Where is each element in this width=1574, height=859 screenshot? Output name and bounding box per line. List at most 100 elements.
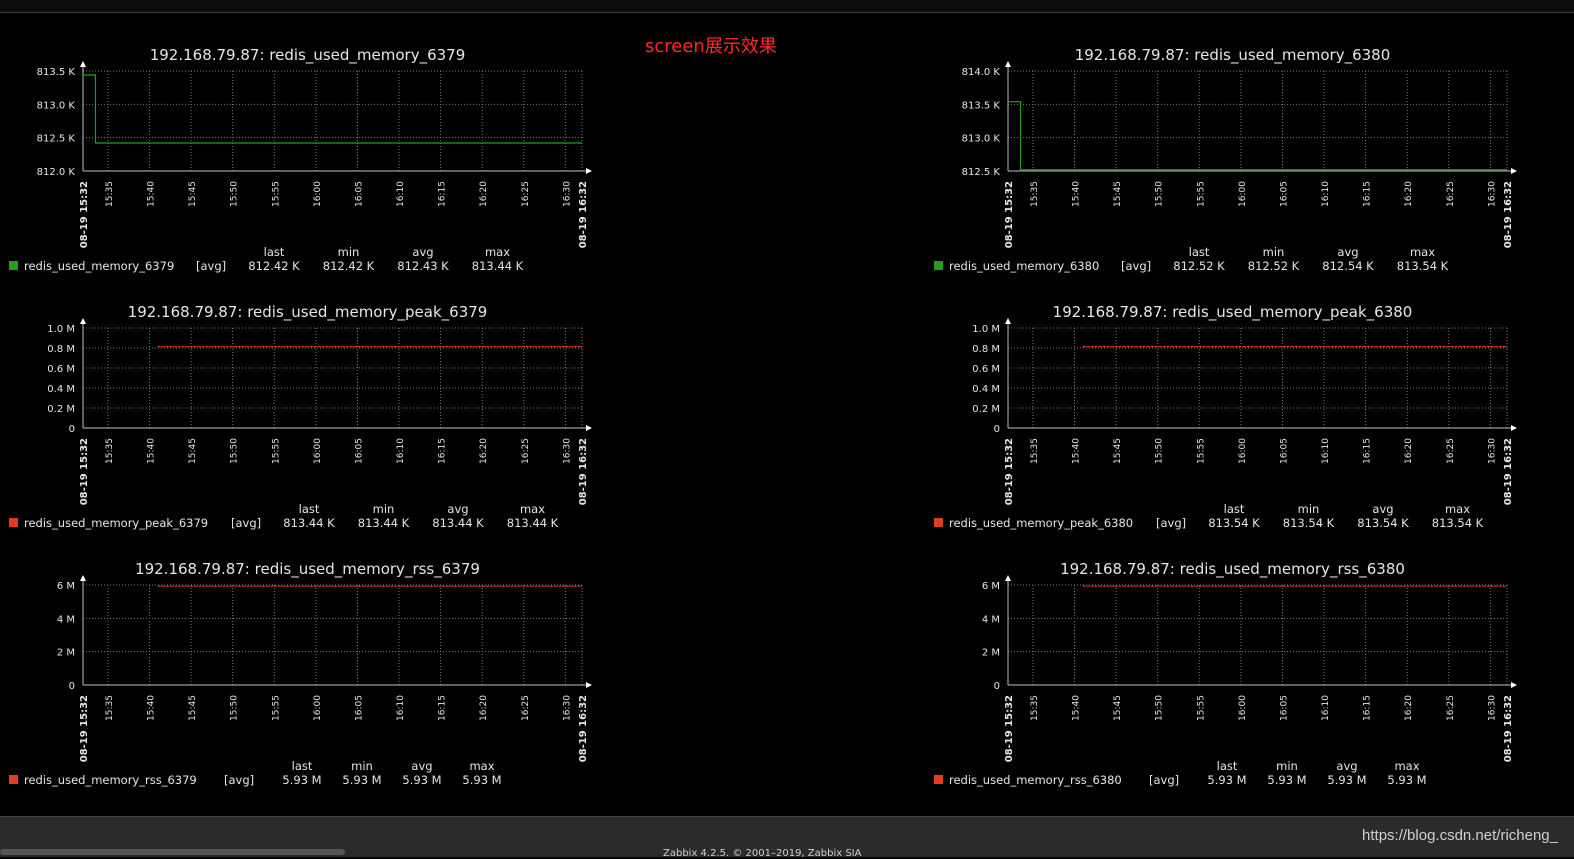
x-tick-label: 16:25 [1446, 695, 1456, 721]
x-axis-arrow [586, 425, 592, 431]
y-tick-label: 814.0 K [962, 67, 1001, 78]
legend-swatch [9, 518, 18, 527]
legend-value-avg: 5.93 M [402, 773, 441, 787]
legend-value-max: 813.44 K [507, 516, 559, 530]
graph-title: 192.168.79.87: redis_used_memory_peak_63… [128, 303, 488, 322]
legend-agg: [avg] [231, 516, 261, 530]
y-tick-label: 0.4 M [47, 384, 75, 395]
y-tick-label: 813.0 K [37, 100, 76, 111]
x-tick-label: 16:10 [1321, 181, 1331, 207]
graph-3[interactable]: 192.168.79.87: redis_used_memory_peak_63… [925, 297, 1525, 542]
graphs-grid: 192.168.79.87: redis_used_memory_6379 812… [0, 0, 1574, 856]
legend-header-avg: avg [1337, 245, 1358, 259]
x-tick-label: 16:05 [354, 181, 364, 207]
graph-1[interactable]: 192.168.79.87: redis_used_memory_6380 812… [925, 40, 1525, 285]
y-tick-label: 0.2 M [972, 404, 1000, 415]
x-tick-label: 15:40 [147, 181, 157, 207]
x-tick-label: 16:05 [354, 438, 364, 464]
legend-header-avg: avg [1336, 759, 1357, 773]
y-tick-label: 1.0 M [47, 324, 75, 335]
x-tick-label: 16:05 [354, 695, 364, 721]
y-tick-label: 4 M [982, 614, 1000, 625]
x-tick-label: 16:20 [1404, 438, 1414, 464]
y-axis-arrow [1005, 575, 1011, 581]
x-tick-label: 16:30 [562, 438, 572, 464]
x-tick-label: 15:50 [1155, 181, 1165, 207]
legend-agg: [avg] [1156, 516, 1186, 530]
y-tick-label: 2 M [982, 648, 1000, 659]
series-line [1008, 101, 1507, 171]
y-axis-arrow [80, 575, 86, 581]
x-tick-label: 16:25 [521, 695, 531, 721]
x-tick-label: 15:40 [147, 438, 157, 464]
legend-header-min: min [373, 502, 395, 516]
legend-header-avg: avg [412, 245, 433, 259]
legend-swatch [9, 261, 18, 270]
legend-value-last: 5.93 M [1207, 773, 1246, 787]
x-tick-label: 15:35 [1030, 438, 1040, 464]
y-tick-label: 0 [994, 424, 1000, 435]
legend-header-max: max [1410, 245, 1435, 259]
graph-title: 192.168.79.87: redis_used_memory_6380 [1075, 46, 1391, 65]
legend-swatch [934, 775, 943, 784]
x-start-label: 08-19 15:32 [1004, 438, 1015, 505]
x-end-label: 08-19 16:32 [578, 181, 589, 248]
legend-value-last: 812.42 K [248, 259, 300, 273]
legend-value-min: 813.54 K [1283, 516, 1335, 530]
legend-value-avg: 813.54 K [1357, 516, 1409, 530]
legend-series-name: redis_used_memory_6379 [24, 259, 174, 273]
legend-agg: [avg] [224, 773, 254, 787]
x-tick-label: 15:40 [1072, 181, 1082, 207]
graph-2[interactable]: 192.168.79.87: redis_used_memory_peak_63… [0, 297, 600, 542]
x-tick-label: 15:45 [1113, 695, 1123, 721]
x-tick-label: 15:55 [1196, 181, 1206, 207]
x-start-label: 08-19 15:32 [79, 695, 90, 762]
x-tick-label: 16:15 [438, 695, 448, 721]
horizontal-scrollbar[interactable] [0, 849, 345, 855]
x-tick-label: 15:50 [230, 438, 240, 464]
x-tick-label: 15:50 [1155, 438, 1165, 464]
legend-header-max: max [485, 245, 510, 259]
y-tick-label: 6 M [57, 581, 75, 592]
x-start-label: 08-19 15:32 [79, 181, 90, 248]
x-tick-label: 16:25 [521, 181, 531, 207]
x-tick-label: 16:15 [1363, 438, 1373, 464]
y-axis-arrow [80, 61, 86, 67]
y-tick-label: 0.2 M [47, 404, 75, 415]
x-tick-label: 16:05 [1279, 181, 1289, 207]
legend-value-avg: 813.44 K [432, 516, 484, 530]
graph-4[interactable]: 192.168.79.87: redis_used_memory_rss_637… [0, 554, 600, 799]
legend-value-avg: 812.43 K [397, 259, 449, 273]
graph-5[interactable]: 192.168.79.87: redis_used_memory_rss_638… [925, 554, 1525, 799]
legend-header-last: last [264, 245, 285, 259]
x-tick-label: 15:40 [147, 695, 157, 721]
x-tick-label: 16:05 [1279, 695, 1289, 721]
graph-canvas: 192.168.79.87: redis_used_memory_rss_638… [934, 560, 1517, 787]
graph-canvas: 192.168.79.87: redis_used_memory_peak_63… [9, 303, 592, 530]
legend-value-last: 813.44 K [283, 516, 335, 530]
legend-value-min: 812.42 K [323, 259, 375, 273]
x-tick-label: 15:40 [1072, 438, 1082, 464]
y-tick-label: 812.0 K [37, 167, 76, 178]
x-tick-label: 16:10 [1321, 438, 1331, 464]
legend-series-name: redis_used_memory_peak_6380 [949, 516, 1133, 530]
x-tick-label: 16:00 [313, 181, 323, 207]
legend-value-max: 813.54 K [1397, 259, 1449, 273]
legend-value-max: 813.54 K [1432, 516, 1484, 530]
graph-canvas: 192.168.79.87: redis_used_memory_6380 812… [934, 46, 1517, 273]
x-axis-arrow [586, 168, 592, 174]
x-axis-arrow [1511, 425, 1517, 431]
x-tick-label: 16:25 [1446, 438, 1456, 464]
x-end-label: 08-19 16:32 [1503, 695, 1514, 762]
y-tick-label: 0.6 M [972, 364, 1000, 375]
x-end-label: 08-19 16:32 [1503, 181, 1514, 248]
x-tick-label: 16:30 [1487, 438, 1497, 464]
y-tick-label: 0.6 M [47, 364, 75, 375]
legend-value-last: 812.52 K [1173, 259, 1225, 273]
graph-0[interactable]: 192.168.79.87: redis_used_memory_6379 812… [0, 40, 600, 285]
x-tick-label: 15:35 [1030, 181, 1040, 207]
x-tick-label: 15:55 [1196, 695, 1206, 721]
legend-swatch [934, 518, 943, 527]
legend-swatch [934, 261, 943, 270]
y-axis-arrow [1005, 61, 1011, 67]
